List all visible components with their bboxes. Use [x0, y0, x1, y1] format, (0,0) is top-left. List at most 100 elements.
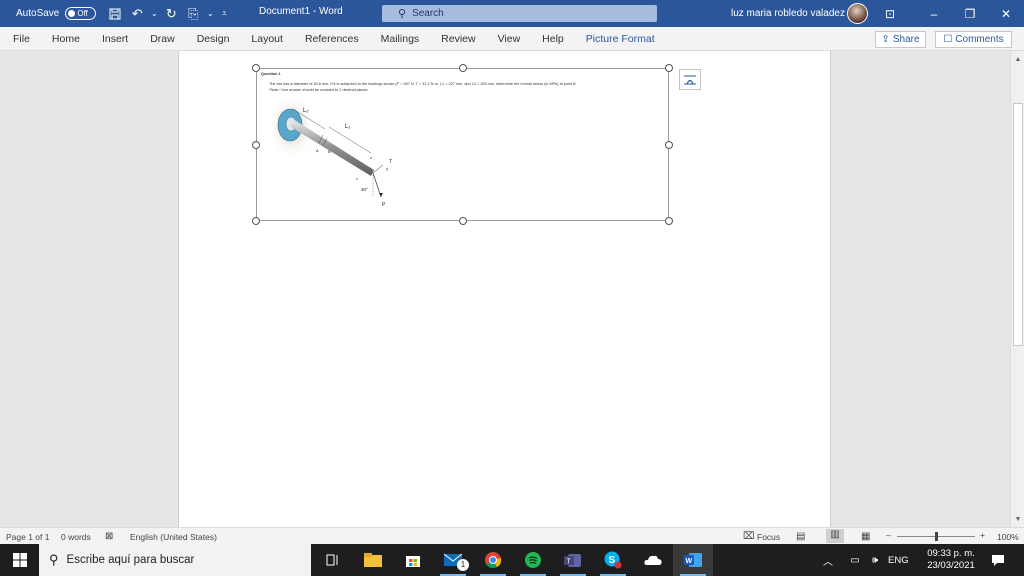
scroll-thumb[interactable]	[1013, 103, 1023, 346]
label-l1: L₁	[345, 124, 350, 130]
proofing-icon[interactable]: ⊠	[105, 531, 113, 542]
question-title: Question 1	[261, 72, 281, 76]
zoom-in-button[interactable]: +	[980, 530, 985, 540]
tab-insert[interactable]: Insert	[91, 27, 139, 51]
clock[interactable]: 09:33 p. m. 23/03/2021	[921, 548, 981, 572]
undo-icon[interactable]: ↶	[128, 5, 146, 23]
focus-icon[interactable]: ⌧	[743, 531, 755, 542]
zoom-level[interactable]: 100%	[997, 532, 1019, 542]
tab-home[interactable]: Home	[41, 27, 91, 51]
question-text: The bar has a diameter of 30.6 mm. If it…	[269, 82, 661, 93]
resize-handle-se[interactable]	[665, 217, 673, 225]
document-page[interactable]: Question 1 The bar has a diameter of 30.…	[178, 51, 831, 527]
label-a: A	[316, 148, 319, 153]
customize-toolbar-icon[interactable]: ⩡	[218, 5, 230, 23]
label-t: T	[389, 159, 392, 165]
notification-icon[interactable]	[986, 544, 1010, 576]
language[interactable]: English (United States)	[130, 532, 217, 542]
label-angle: 30°	[361, 187, 368, 192]
taskbar: ⚲ Escribe aquí para buscar 1 T S W ︿ ▭ 🕪…	[0, 544, 1024, 576]
resize-handle-nw[interactable]	[252, 64, 260, 72]
scroll-up-icon[interactable]: ▲	[1011, 53, 1024, 65]
resize-handle-s[interactable]	[459, 217, 467, 225]
selected-picture[interactable]: Question 1 The bar has a diameter of 30.…	[252, 64, 673, 225]
print-layout-icon[interactable]: ▥	[826, 529, 844, 543]
word-count[interactable]: 0 words	[61, 532, 91, 542]
chevron-up-icon[interactable]: ︿	[820, 553, 836, 568]
svg-text:W: W	[686, 558, 693, 565]
share-label: Share	[892, 34, 920, 45]
autosave-state: Off	[77, 9, 88, 18]
word-icon[interactable]: W	[673, 544, 713, 576]
bar-diagram: L₂ L₁ A B T 30° P x y z	[268, 97, 392, 208]
tab-review[interactable]: Review	[430, 27, 486, 51]
resize-handle-sw[interactable]	[252, 217, 260, 225]
tab-help[interactable]: Help	[531, 27, 575, 51]
skype-icon[interactable]: S	[593, 544, 633, 576]
zoom-slider-thumb[interactable]	[935, 532, 938, 541]
user-name[interactable]: luz maria robledo valadez	[731, 8, 845, 19]
close-icon[interactable]: ✕	[988, 0, 1024, 27]
comments-label: Comments	[955, 34, 1004, 45]
comments-button[interactable]: ☐ Comments	[935, 31, 1012, 48]
y-axis	[372, 164, 384, 174]
ribbon-display-options-icon[interactable]: ⊡	[872, 0, 908, 27]
toggle-knob	[68, 10, 76, 17]
tab-draw[interactable]: Draw	[139, 27, 186, 51]
save-icon[interactable]	[106, 5, 124, 23]
resize-handle-e[interactable]	[665, 141, 673, 149]
onedrive-icon[interactable]	[633, 544, 673, 576]
tab-file[interactable]: File	[0, 27, 41, 51]
chevron-down-icon[interactable]: ⌄	[150, 5, 158, 23]
read-mode-icon[interactable]: ▤	[796, 531, 805, 542]
search-icon: ⚲	[398, 8, 407, 20]
tab-design[interactable]: Design	[186, 27, 241, 51]
mail-icon[interactable]: 1	[433, 544, 473, 576]
format-painter-icon[interactable]: ⎘	[184, 5, 202, 23]
taskbar-search[interactable]: ⚲ Escribe aquí para buscar	[39, 544, 311, 576]
share-button[interactable]: ⇪ Share	[875, 31, 926, 48]
document-title: Document1 - Word	[259, 6, 343, 17]
redo-icon[interactable]: ↻	[162, 5, 180, 23]
chevron-down-icon[interactable]: ⌄	[206, 5, 214, 23]
chrome-icon[interactable]	[473, 544, 513, 576]
store-icon[interactable]	[393, 544, 433, 576]
autosave-toggle[interactable]: Off	[65, 7, 97, 20]
comment-icon: ☐	[943, 34, 953, 45]
tab-layout[interactable]: Layout	[240, 27, 294, 51]
spotify-icon[interactable]	[513, 544, 553, 576]
p-arrowhead	[379, 193, 383, 197]
search-box[interactable]: ⚲ Search	[382, 5, 657, 22]
tab-picture-format[interactable]: Picture Format	[575, 27, 666, 51]
battery-icon[interactable]: ▭	[844, 555, 866, 566]
focus-label[interactable]: Focus	[757, 532, 780, 542]
start-button[interactable]	[0, 544, 39, 576]
minimize-icon[interactable]: –	[916, 0, 952, 27]
tab-view[interactable]: View	[487, 27, 532, 51]
resize-handle-ne[interactable]	[665, 64, 673, 72]
title-bar: AutoSave Off ↶ ⌄ ↻ ⎘ ⌄ ⩡ Document1 - Wor…	[0, 0, 1024, 27]
tab-mailings[interactable]: Mailings	[370, 27, 431, 51]
label-p: P	[382, 202, 386, 208]
teams-icon[interactable]: T	[553, 544, 593, 576]
zoom-out-button[interactable]: –	[886, 530, 891, 540]
svg-text:S: S	[609, 555, 616, 566]
volume-icon[interactable]: 🕪	[866, 555, 884, 566]
web-layout-icon[interactable]: ▦	[861, 531, 870, 542]
layout-options-button[interactable]	[679, 69, 701, 90]
task-view-icon[interactable]	[313, 544, 353, 576]
page-count[interactable]: Page 1 of 1	[6, 532, 49, 542]
window-controls: ⊡ – ❐ ✕	[872, 0, 1024, 27]
file-explorer-icon[interactable]	[353, 544, 393, 576]
resize-handle-n[interactable]	[459, 64, 467, 72]
avatar[interactable]	[847, 3, 868, 24]
resize-handle-w[interactable]	[252, 141, 260, 149]
scroll-down-icon[interactable]: ▼	[1011, 513, 1024, 525]
search-placeholder: Search	[412, 8, 444, 19]
autosave-label: AutoSave	[16, 8, 60, 19]
language-indicator[interactable]: ENG	[888, 555, 909, 566]
tab-references[interactable]: References	[294, 27, 370, 51]
restore-icon[interactable]: ❐	[952, 0, 988, 27]
svg-text:T: T	[567, 559, 572, 566]
vertical-scrollbar[interactable]: ▲ ▼	[1010, 51, 1024, 527]
